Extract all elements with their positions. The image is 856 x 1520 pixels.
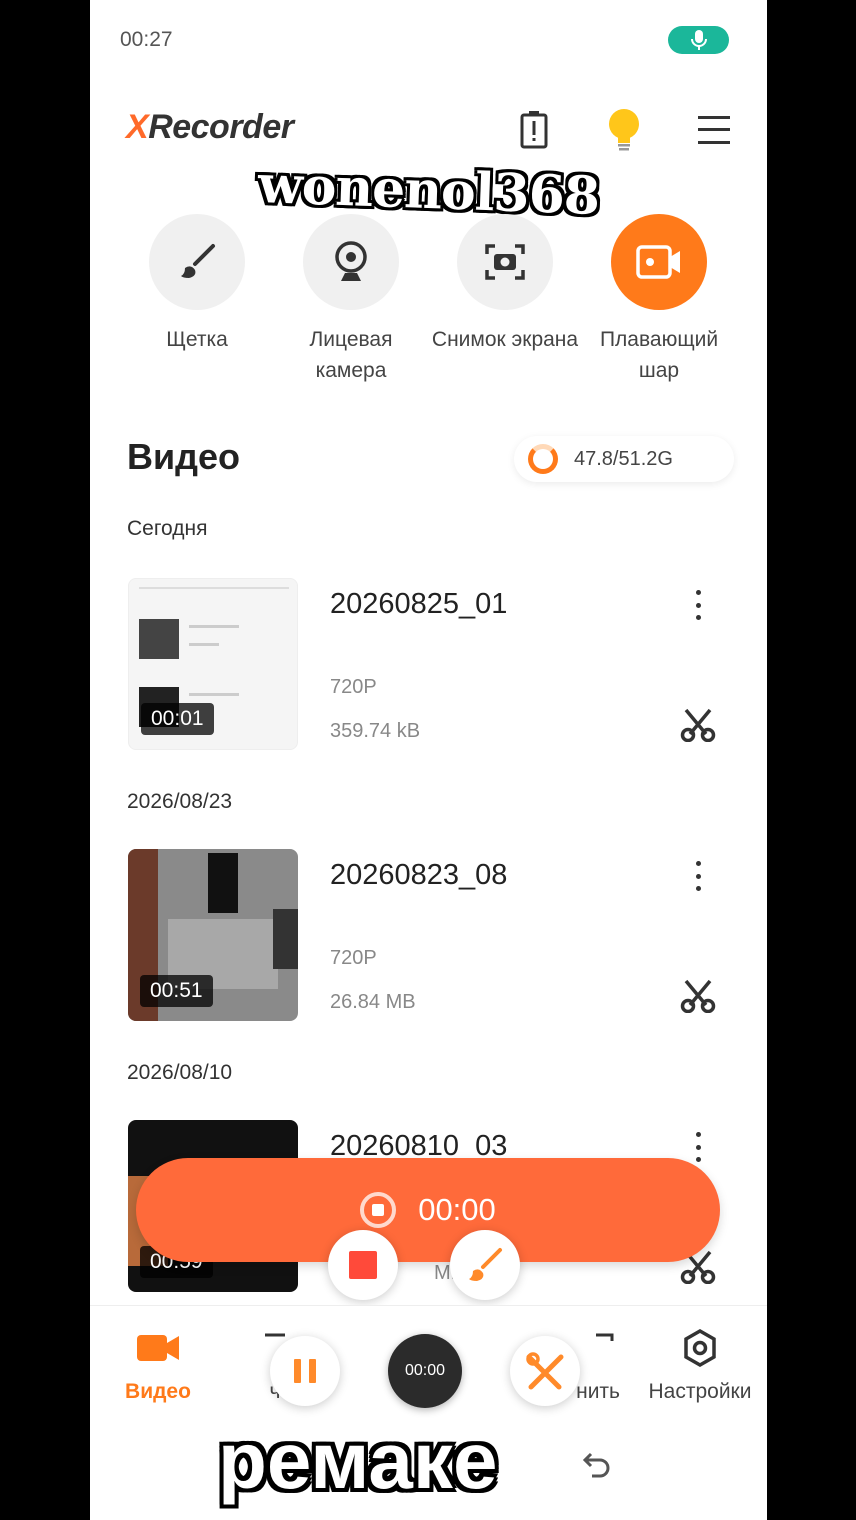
tool-brush[interactable]: Щетка (122, 214, 272, 355)
date-header: 2026/08/10 (127, 1061, 233, 1084)
nav-video[interactable]: Видео (120, 1326, 196, 1404)
wrench-screwdriver-icon (526, 1352, 564, 1390)
bottom-caption-text: ремаке (218, 1416, 498, 1505)
video-duration: 00:01 (141, 703, 214, 735)
tool-face-camera[interactable]: Лицевая камера (276, 214, 426, 386)
more-options-icon[interactable] (688, 861, 708, 891)
nav-label: Настройки (648, 1380, 752, 1403)
more-options-icon[interactable] (688, 590, 708, 620)
stop-button[interactable] (328, 1230, 398, 1300)
lightbulb-icon (609, 109, 639, 151)
tips-button[interactable] (604, 108, 644, 152)
section-title: Видео (127, 436, 240, 477)
floating-timer[interactable]: 00:00 (388, 1334, 462, 1408)
video-size: 26.84 MB (330, 991, 416, 1013)
floating-ball-icon (636, 245, 680, 279)
brush-icon (181, 244, 215, 278)
trim-button[interactable] (680, 708, 716, 747)
pause-icon (294, 1359, 316, 1383)
settings-icon (684, 1329, 716, 1367)
tool-screenshot[interactable]: Снимок экрана (430, 214, 580, 355)
video-size: 359.74 kB (330, 720, 421, 742)
tool-label: Лицевая камера (309, 328, 393, 382)
battery-warning-button[interactable] (514, 108, 554, 152)
video-item[interactable]: 00:01 20260825_01 720P 359.74 kB (128, 578, 728, 750)
nav-settings[interactable]: Настройки (638, 1326, 762, 1404)
date-header: 2026/08/23 (127, 790, 233, 813)
app-logo: XRecorder (126, 108, 294, 146)
trim-button[interactable] (680, 979, 716, 1018)
recording-time: 00:00 (418, 1192, 496, 1227)
mic-icon (690, 30, 707, 50)
tools-icon (596, 1333, 614, 1341)
brush-icon (469, 1248, 502, 1281)
back-button[interactable] (582, 1452, 612, 1485)
scissors-icon (680, 708, 716, 743)
tool-floating-ball[interactable]: Плавающий шар (584, 214, 734, 386)
date-header: Сегодня (127, 517, 208, 540)
tool-label: Снимок экрана (431, 328, 579, 351)
tool-label: Щетка (166, 328, 228, 351)
status-time: 00:27 (120, 28, 173, 51)
video-duration: 00:51 (140, 975, 213, 1007)
hamburger-menu-icon (698, 116, 730, 144)
storage-text: 47.8/51.2G (574, 447, 673, 470)
scissors-icon (680, 979, 716, 1014)
storage-indicator[interactable]: 47.8/51.2G (514, 436, 734, 482)
video-icon (137, 1335, 179, 1361)
pause-button[interactable] (270, 1336, 340, 1406)
video-name: 20260825_01 (330, 588, 508, 620)
mic-indicator[interactable] (668, 26, 729, 54)
storage-ring-icon (528, 444, 558, 474)
video-item[interactable]: 00:51 20260823_08 720P 26.84 MB (128, 849, 728, 1021)
tools-fab-button[interactable] (510, 1336, 580, 1406)
more-options-icon[interactable] (688, 1132, 708, 1162)
recording-bar[interactable]: 00:00 (136, 1158, 720, 1262)
video-resolution: 720P (330, 676, 377, 698)
nav-label: Видео (125, 1380, 191, 1403)
stop-record-icon[interactable] (360, 1192, 397, 1228)
brush-fab-button[interactable] (450, 1230, 520, 1300)
undo-arrow-icon (582, 1452, 610, 1478)
video-thumbnail[interactable]: 00:51 (128, 849, 298, 1021)
nav-label: нить (576, 1380, 620, 1403)
app-screen: 00:27 XRecorder wonenol368 Щетка Лицевая… (90, 0, 767, 1520)
video-name: 20260823_08 (330, 859, 508, 891)
video-resolution: 720P (330, 947, 377, 969)
video-thumbnail[interactable]: 00:01 (128, 578, 298, 750)
stop-square-icon (349, 1251, 377, 1279)
menu-button[interactable] (694, 108, 734, 152)
battery-alert-icon (520, 111, 548, 149)
webcam-icon (335, 241, 367, 281)
screenshot-icon (485, 244, 525, 280)
tool-label: Плавающий шар (599, 328, 719, 382)
